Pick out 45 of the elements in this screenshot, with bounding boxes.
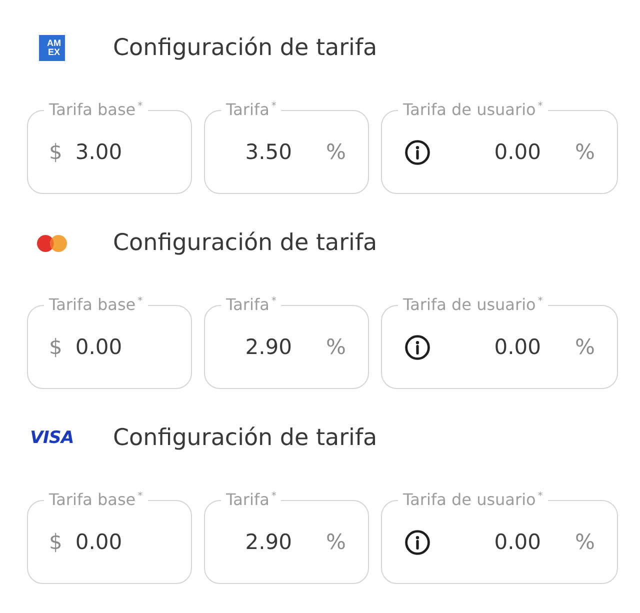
info-icon[interactable] [405,334,430,360]
section-heading: Configuración de tarifa [113,34,378,63]
currency-prefix: $ [49,140,62,164]
brand-logo-tile: AM EX [39,35,65,61]
field-label: Tarifa de usuario$^{*}$ [403,100,543,119]
unit-suffix: % [575,530,595,554]
field-label: Tarifa de usuario$^{*}$ [403,295,543,314]
field-label: Tarifa$^{*}$ [226,295,276,314]
field-label: Tarifa$^{*}$ [226,490,276,509]
field-value: 3.00 [75,139,122,165]
field-value: 0.00 [75,334,122,360]
overlapping-circles-icon [37,234,67,252]
field-value: 2.90 [245,334,292,360]
unit-suffix: % [575,140,595,164]
info-icon[interactable] [405,140,430,164]
field-label: Tarifa de usuario$^{*}$ [403,490,543,509]
unit-suffix: % [326,530,346,554]
fee-input-field[interactable]: Tarifa base$^{*}$ $ 0.00 [27,491,192,584]
field-value: 0.00 [494,334,542,360]
fee-input-field[interactable]: Tarifa base$^{*}$ $ 3.00 [27,101,192,194]
fee-input-field[interactable]: Tarifa$^{*}$ 2.90 % [204,296,369,389]
unit-suffix: % [326,335,346,359]
section-heading: Configuración de tarifa [113,229,378,258]
field-label: Tarifa base$^{*}$ [49,490,143,509]
currency-prefix: $ [49,530,62,554]
fee-input-field[interactable]: Tarifa de usuario$^{*}$ 0.00 % [381,101,618,194]
field-value: 0.00 [494,139,542,165]
field-value: 0.00 [75,529,122,555]
field-label: Tarifa base$^{*}$ [49,295,143,314]
fee-input-field[interactable]: Tarifa$^{*}$ 2.90 % [204,491,369,584]
field-label: Tarifa base$^{*}$ [49,100,143,119]
brand-wordmark: VISA [30,429,74,447]
field-value: 2.90 [245,529,292,555]
fee-input-field[interactable]: Tarifa$^{*}$ 3.50 % [204,101,369,194]
unit-suffix: % [575,335,595,359]
fee-input-field[interactable]: Tarifa de usuario$^{*}$ 0.00 % [381,296,618,389]
info-icon[interactable] [405,530,430,554]
unit-suffix: % [326,140,346,164]
field-value: 3.50 [245,139,292,165]
section-heading: Configuración de tarifa [113,424,378,453]
field-value: 0.00 [494,529,542,555]
currency-prefix: $ [49,335,62,359]
field-label: Tarifa$^{*}$ [226,100,276,119]
fee-input-field[interactable]: Tarifa de usuario$^{*}$ 0.00 % [381,491,618,584]
fee-input-field[interactable]: Tarifa base$^{*}$ $ 0.00 [27,296,192,389]
